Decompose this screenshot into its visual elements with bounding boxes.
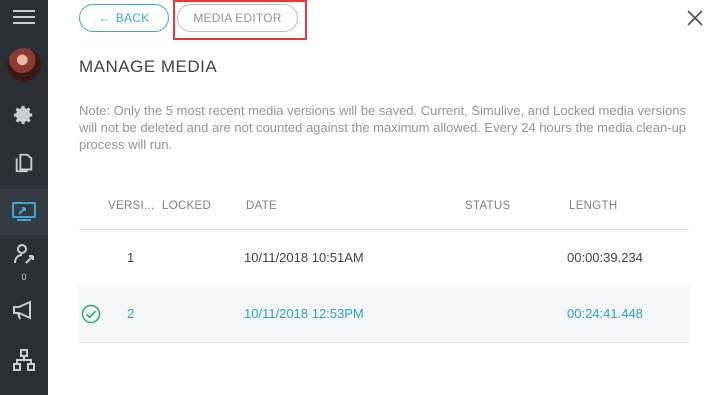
- sidebar-item-network[interactable]: [0, 337, 48, 383]
- menu-button[interactable]: [0, 0, 48, 34]
- avatar[interactable]: [7, 48, 41, 82]
- row-version: 1: [127, 250, 135, 265]
- menu-icon: [13, 10, 35, 24]
- page-title: MANAGE MEDIA: [79, 57, 218, 76]
- gear-icon: [13, 105, 33, 125]
- back-button-label: BACK: [115, 11, 150, 25]
- row-version: 2: [127, 306, 135, 321]
- retention-note: Note: Only the 5 most recent media versi…: [79, 103, 687, 152]
- row-length: 00:24:41.448: [567, 306, 643, 321]
- sidebar-item-media-editor[interactable]: [0, 189, 48, 235]
- megaphone-icon: [13, 300, 31, 320]
- presenter-icon: [14, 244, 34, 264]
- sidebar-item-presenter[interactable]: [0, 236, 48, 272]
- arrow-left-icon: ←: [98, 11, 111, 25]
- check-circle-icon: [81, 304, 101, 324]
- column-header-status[interactable]: STATUS: [465, 200, 510, 212]
- sidebar-item-documents[interactable]: [0, 140, 48, 186]
- row-length: 00:00:39.234: [567, 250, 643, 265]
- row-date: 10/11/2018 12:53PM: [244, 306, 364, 321]
- close-button[interactable]: [684, 7, 706, 29]
- media-editor-icon: [12, 202, 36, 221]
- row-date: 10/11/2018 10:51AM: [244, 250, 364, 265]
- column-header-version[interactable]: VERSI...: [108, 200, 155, 212]
- column-header-length[interactable]: LENGTH: [569, 200, 617, 212]
- back-button[interactable]: ← BACK: [79, 4, 169, 32]
- column-header-date[interactable]: DATE: [246, 200, 277, 212]
- row-divider: [79, 342, 689, 343]
- media-editor-button-label: MEDIA EDITOR: [193, 11, 282, 25]
- media-editor-button[interactable]: MEDIA EDITOR: [177, 4, 298, 32]
- network-icon: [13, 349, 35, 371]
- presenter-count-badge: 0: [21, 272, 27, 282]
- sidebar: 0: [0, 0, 48, 395]
- header-divider: [79, 229, 689, 230]
- close-icon: [687, 10, 703, 26]
- sidebar-item-announcements[interactable]: [0, 287, 48, 333]
- sidebar-item-settings[interactable]: [0, 92, 48, 138]
- documents-icon: [15, 153, 33, 173]
- column-header-locked[interactable]: LOCKED: [162, 200, 211, 212]
